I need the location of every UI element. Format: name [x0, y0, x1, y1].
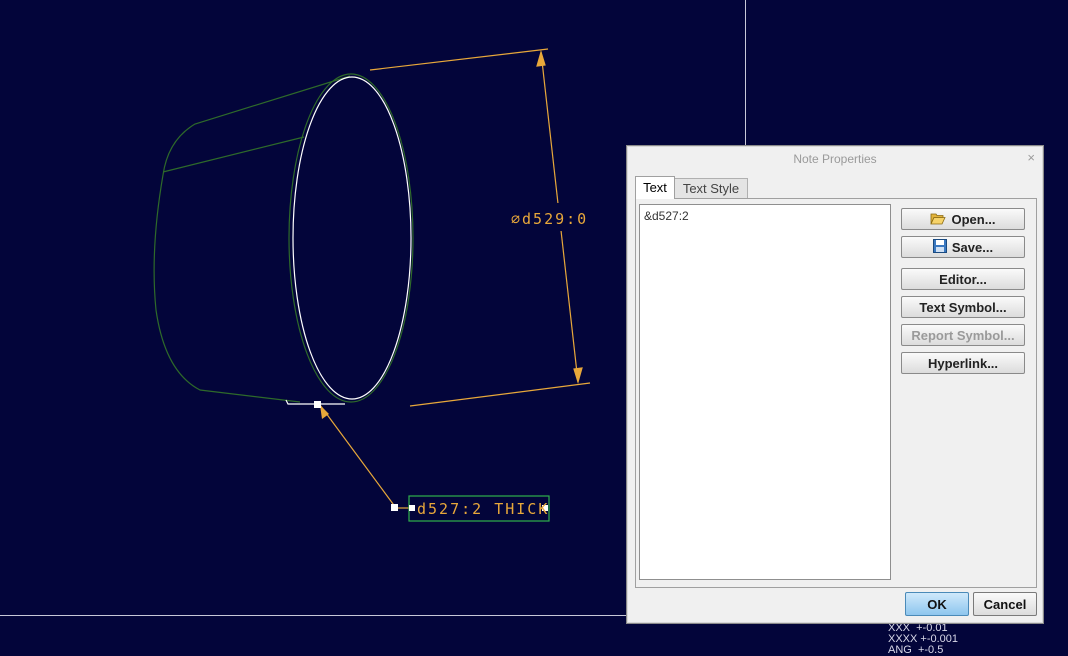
leader-line	[319, 404, 397, 509]
tab-text[interactable]: Text	[635, 176, 675, 199]
diameter-dimension-text[interactable]: ∅d529:0	[511, 210, 588, 228]
cylinder-top-edge	[153, 75, 351, 403]
cylinder-front-face	[292, 76, 412, 400]
report-symbol-button: Report Symbol...	[901, 324, 1025, 346]
cancel-button[interactable]: Cancel	[973, 592, 1037, 616]
ok-button[interactable]: OK	[905, 592, 969, 616]
extension-line-top	[369, 48, 549, 71]
cylinder-model[interactable]	[153, 73, 414, 403]
open-button-label: Open...	[951, 212, 996, 227]
dialog-titlebar[interactable]: Note Properties ×	[627, 146, 1043, 172]
leader-handle-elbow[interactable]	[391, 504, 398, 511]
extension-line-bottom	[409, 382, 591, 407]
save-button-label: Save...	[951, 240, 994, 255]
arrowhead-top	[536, 49, 546, 67]
editor-button[interactable]: Editor...	[901, 268, 1025, 290]
save-disk-icon	[932, 238, 947, 259]
cylinder-outer-rim	[288, 73, 414, 403]
text-symbol-button[interactable]: Text Symbol...	[901, 296, 1025, 318]
note-properties-dialog[interactable]: Note Properties × Text Text Style &d527:…	[626, 145, 1044, 624]
leader-arrowhead	[320, 405, 329, 419]
close-icon[interactable]: ×	[1027, 150, 1035, 165]
note-handle-left[interactable]	[409, 505, 415, 511]
arrowhead-bottom	[573, 367, 583, 385]
save-button[interactable]: Save...	[901, 236, 1025, 258]
folder-open-icon	[930, 210, 947, 231]
tolerance-line-3: ANG +-0.5	[888, 644, 944, 656]
note-text-area[interactable]: &d527:2	[639, 204, 891, 580]
hyperlink-button[interactable]: Hyperlink...	[901, 352, 1025, 374]
thickness-note[interactable]: d527:2 THICK	[314, 401, 550, 522]
leader-handle-start[interactable]	[314, 401, 321, 408]
tab-text-style[interactable]: Text Style	[674, 178, 748, 200]
cylinder-inner-edge	[162, 136, 305, 173]
open-button[interactable]: Open...	[901, 208, 1025, 230]
thickness-note-text[interactable]: d527:2 THICK	[417, 500, 549, 518]
dialog-title: Note Properties	[793, 152, 877, 166]
